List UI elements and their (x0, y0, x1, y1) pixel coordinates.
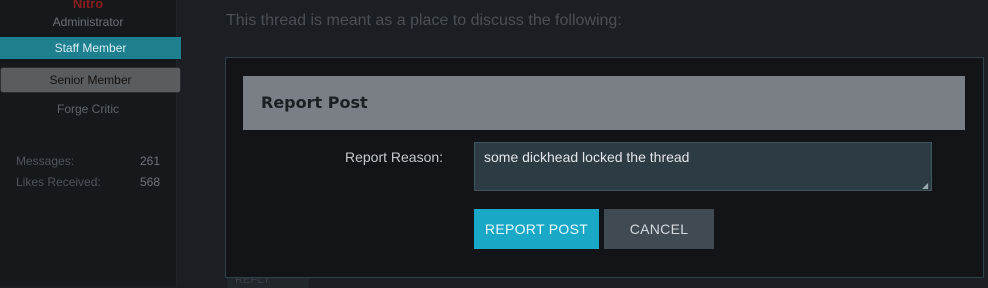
likes-received-stat: Likes Received: 568 (16, 175, 160, 189)
resize-handle-icon[interactable]: ◢ (922, 182, 930, 190)
post-body-text: This thread is meant as a place to discu… (226, 12, 622, 29)
username[interactable]: Nitro (0, 0, 176, 11)
user-title: Administrator (52, 15, 124, 29)
senior-member-banner: Senior Member (0, 67, 181, 93)
likes-received-label: Likes Received: (16, 175, 101, 189)
messages-stat: Messages: 261 (16, 154, 160, 168)
messages-value: 261 (139, 154, 160, 168)
report-reason-label: Report Reason: (345, 149, 444, 165)
dialog-header: Report Post (243, 76, 965, 130)
report-reason-input[interactable]: some dickhead locked the thread (474, 142, 932, 191)
likes-received-value: 568 (139, 175, 160, 189)
user-sidebar: Nitro Administrator Staff Member Senior … (0, 0, 181, 286)
report-post-button[interactable]: REPORT POST (474, 209, 599, 249)
dialog-title: Report Post (261, 93, 368, 112)
cancel-button[interactable]: CANCEL (604, 209, 714, 249)
forge-critic-title: Forge Critic (56, 102, 119, 116)
staff-member-banner: Staff Member (0, 37, 181, 59)
messages-label: Messages: (16, 154, 75, 168)
report-post-dialog: Report Post Report Reason: some dickhead… (225, 57, 984, 278)
